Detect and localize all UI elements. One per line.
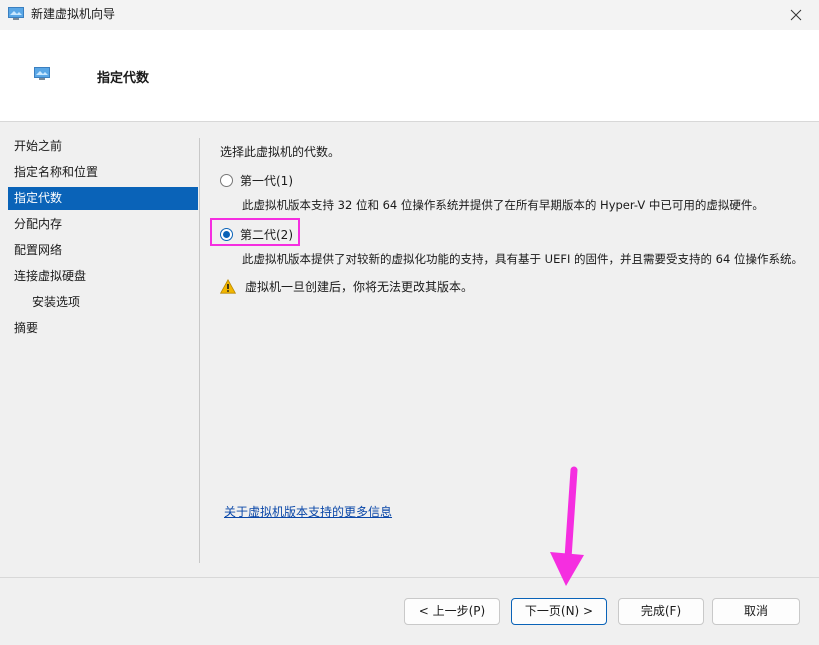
gen1-radio[interactable] — [220, 173, 233, 187]
gen1-description: 此虚拟机版本支持 32 位和 64 位操作系统并提供了在所有早期版本的 Hype… — [242, 198, 764, 212]
nav-item-virtual-disk[interactable]: 连接虚拟硬盘 — [8, 265, 198, 288]
gen2-option[interactable]: 第二代(2) — [220, 225, 293, 243]
next-button[interactable]: 下一页(N) > — [511, 598, 607, 625]
close-button[interactable] — [773, 0, 819, 30]
gen2-description: 此虚拟机版本提供了对较新的虚拟化功能的支持，具有基于 UEFI 的固件，并且需要… — [242, 252, 803, 266]
generation-panel: 选择此虚拟机的代数。 第一代(1) 此虚拟机版本支持 32 位和 64 位操作系… — [200, 122, 819, 572]
wizard-step-list: 开始之前 指定名称和位置 指定代数 分配内存 配置网络 连接虚拟硬盘 安装选项 … — [0, 122, 199, 572]
gen1-option[interactable]: 第一代(1) — [220, 171, 293, 189]
warning-icon — [220, 279, 236, 294]
window-title: 新建虚拟机向导 — [31, 7, 116, 21]
nav-item-install-options[interactable]: 安装选项 — [8, 291, 198, 314]
page-title: 指定代数 — [97, 71, 150, 86]
new-vm-wizard-window: 新建虚拟机向导 指定代数 开始之前 指定名称和位置 指定代数 分配内存 配置网络… — [0, 0, 819, 645]
wizard-header: 指定代数 — [0, 30, 819, 122]
warning-text: 虚拟机一旦创建后，你将无法更改其版本。 — [245, 280, 474, 294]
more-info-link[interactable]: 关于虚拟机版本支持的更多信息 — [224, 503, 392, 520]
nav-item-network[interactable]: 配置网络 — [8, 239, 198, 262]
close-icon — [790, 9, 802, 21]
nav-item-name-location[interactable]: 指定名称和位置 — [8, 161, 198, 184]
finish-button[interactable]: 完成(F) — [618, 598, 704, 625]
title-bar: 新建虚拟机向导 — [0, 0, 819, 30]
nav-item-memory[interactable]: 分配内存 — [8, 213, 198, 236]
nav-item-summary[interactable]: 摘要 — [8, 317, 198, 340]
gen2-radio[interactable] — [220, 227, 233, 241]
previous-button[interactable]: < 上一步(P) — [404, 598, 500, 625]
footer-divider — [0, 577, 819, 578]
cancel-button[interactable]: 取消 — [712, 598, 800, 625]
nav-item-before-you-begin[interactable]: 开始之前 — [8, 135, 198, 158]
gen2-label: 第二代(2) — [240, 227, 293, 242]
gen1-label: 第一代(1) — [240, 173, 293, 188]
generation-prompt: 选择此虚拟机的代数。 — [220, 145, 341, 159]
version-warning: 虚拟机一旦创建后，你将无法更改其版本。 — [220, 278, 473, 295]
hyper-v-vm-icon — [8, 7, 24, 20]
hyper-v-vm-icon — [34, 67, 50, 80]
nav-item-generation[interactable]: 指定代数 — [8, 187, 198, 210]
